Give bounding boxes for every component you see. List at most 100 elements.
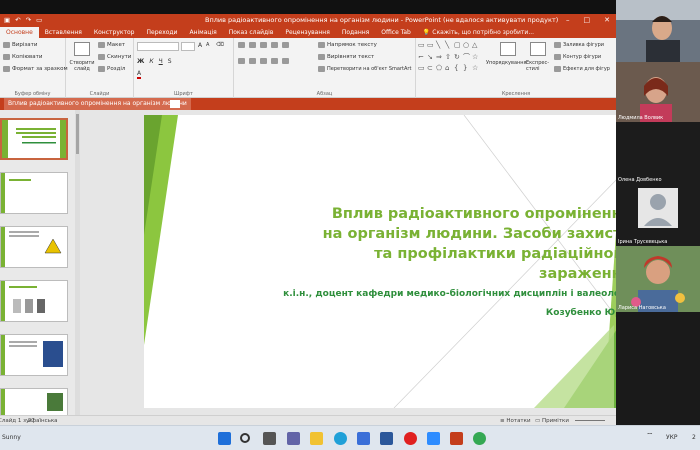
redo-icon[interactable]: ↷ [26,14,31,27]
new-slide-icon[interactable] [74,42,90,56]
shape-outline-button[interactable]: Контур фігури [554,54,601,60]
tab-view[interactable]: Подання [336,27,375,38]
text-direction-button[interactable]: Напрямок тексту [318,42,377,48]
shapes-gallery[interactable]: ▭ ▭ ╲ ╲ ▢ ○ △ ⌐ ↘ ⇒ ⇧ ↻ ⌒ ☆ ▭ ⊂ ⬠ ⌂{} ☆ [418,41,480,75]
participant-video[interactable]: Олена Довбенко [616,122,700,184]
quick-styles-button[interactable]: Експрес-стилі [526,60,552,72]
cut-label: Вирізати [12,42,38,48]
maximize-icon[interactable]: □ [584,14,591,27]
slide-thumbnail[interactable] [0,334,68,376]
strike-button[interactable]: S [168,58,172,65]
zoom-slider[interactable] [575,420,605,421]
columns-icon[interactable] [282,58,289,64]
store-icon[interactable] [357,432,370,445]
document-tab[interactable]: Вплив радіоактивного опромінення на орга… [4,98,191,110]
shape-fill-button[interactable]: Заливка фігури [554,42,604,48]
font-size-field[interactable] [181,42,195,51]
minimize-icon[interactable]: – [566,14,570,27]
section-button[interactable]: Розділ [98,66,125,72]
italic-button[interactable]: К [149,58,153,65]
new-document-tab-button[interactable] [170,100,180,108]
thumbnail-preview [1,227,62,267]
align-text-button[interactable]: Вирівняти текст [318,54,374,60]
smartart-button[interactable]: Перетворити на об'єкт SmartArt [318,66,411,72]
bullets-icon[interactable] [238,42,245,48]
save-icon[interactable]: ▣ [4,14,10,27]
wifi-icon[interactable]: ⌔ [646,431,659,444]
shape-effects-label: Ефекти для фігур [563,66,610,72]
task-view-icon[interactable] [263,432,276,445]
numbering-icon[interactable] [249,42,256,48]
file-explorer-icon[interactable] [310,432,323,445]
search-icon[interactable] [240,433,250,443]
underline-button[interactable]: Ч [159,58,163,65]
tab-slideshow[interactable]: Показ слайдів [223,27,280,38]
tab-transitions[interactable]: Переходи [140,27,183,38]
tell-me-input[interactable]: 💡 Скажіть, що потрібно зробити... [423,27,534,38]
tab-insert[interactable]: Вставлення [39,27,88,38]
weather-widget[interactable]: Sunny [2,434,21,441]
tab-animation[interactable]: Анімація [183,27,222,38]
clear-format-icon[interactable]: ⌫ [216,42,224,48]
clock[interactable]: 2 [692,434,696,441]
font-name-field[interactable] [137,42,179,51]
indent-icon[interactable] [260,42,267,48]
undo-icon[interactable]: ↶ [15,14,20,27]
language-indicator[interactable]: українська [26,416,58,425]
chrome-icon[interactable] [473,432,486,445]
keyboard-language[interactable]: УКР [666,434,678,441]
align-right-icon[interactable] [260,58,267,64]
align-left-icon[interactable] [238,58,245,64]
format-painter-button[interactable]: Формат за зразком [3,66,68,72]
shape-effects-button[interactable]: Ефекти для фігур [554,66,610,72]
font-color-button[interactable]: A [137,70,142,79]
arrange-icon[interactable] [500,42,516,56]
tab-review[interactable]: Рецензування [279,27,335,38]
cut-button[interactable]: Вирізати [3,42,37,48]
copy-button[interactable]: Копіювати [3,54,42,60]
edge-icon[interactable] [334,432,347,445]
new-slide-button[interactable]: Створити слайд [68,60,96,72]
bold-button[interactable]: Ж [137,58,144,65]
reset-button[interactable]: Скинути [98,54,131,60]
tab-home[interactable]: Основне [0,27,39,38]
comments-button[interactable]: ▭ Примітки [535,416,569,425]
powerpoint-icon[interactable] [450,432,463,445]
thumbnails-scrollbar[interactable] [75,110,80,415]
notes-button[interactable]: ≡ Нотатки [500,416,531,425]
layout-button[interactable]: Макет [98,42,125,48]
present-icon[interactable]: ▭ [36,14,42,27]
word-icon[interactable] [380,432,393,445]
slide-thumbnail[interactable] [0,226,68,268]
thumbnail-preview [1,173,31,213]
justify-icon[interactable] [271,58,278,64]
outdent-icon[interactable] [271,42,278,48]
tab-office-tab[interactable]: Office Tab [375,27,417,38]
quick-styles-icon[interactable] [530,42,546,56]
slide-canvas[interactable]: Вплив радіоактивного опромінення на орга… [144,115,616,408]
close-icon[interactable]: ✕ [604,14,610,27]
slide-thumbnail[interactable] [0,118,68,160]
slide-thumbnail[interactable] [0,280,68,322]
document-tab-bar: Вплив радіоактивного опромінення на орга… [0,98,616,110]
line-spacing-icon[interactable] [282,42,289,48]
participant-video[interactable]: Людмила Волвик [616,62,700,122]
text-direction-label: Напрямок тексту [327,42,377,48]
grow-font-button[interactable]: A [198,42,202,49]
start-icon[interactable] [218,432,231,445]
tab-design[interactable]: Конструктор [88,27,141,38]
align-center-icon[interactable] [249,58,256,64]
scrollbar-thumb[interactable] [76,114,79,154]
slide-thumbnail[interactable] [0,172,68,214]
chat-icon[interactable] [287,432,300,445]
shrink-font-button[interactable]: A [206,42,209,48]
window-title: Вплив радіоактивного опромінення на орга… [205,16,559,24]
participant-video[interactable]: Лариса Наговська [616,246,700,312]
zoom-icon[interactable] [427,432,440,445]
slide-thumbnails-pane [0,110,80,425]
effects-icon [554,66,561,72]
participant-video[interactable]: Ірина Трусевецька [616,184,700,246]
arrange-button[interactable]: Упорядкування [486,60,527,66]
opera-icon[interactable] [404,432,417,445]
participant-video[interactable] [616,0,700,62]
